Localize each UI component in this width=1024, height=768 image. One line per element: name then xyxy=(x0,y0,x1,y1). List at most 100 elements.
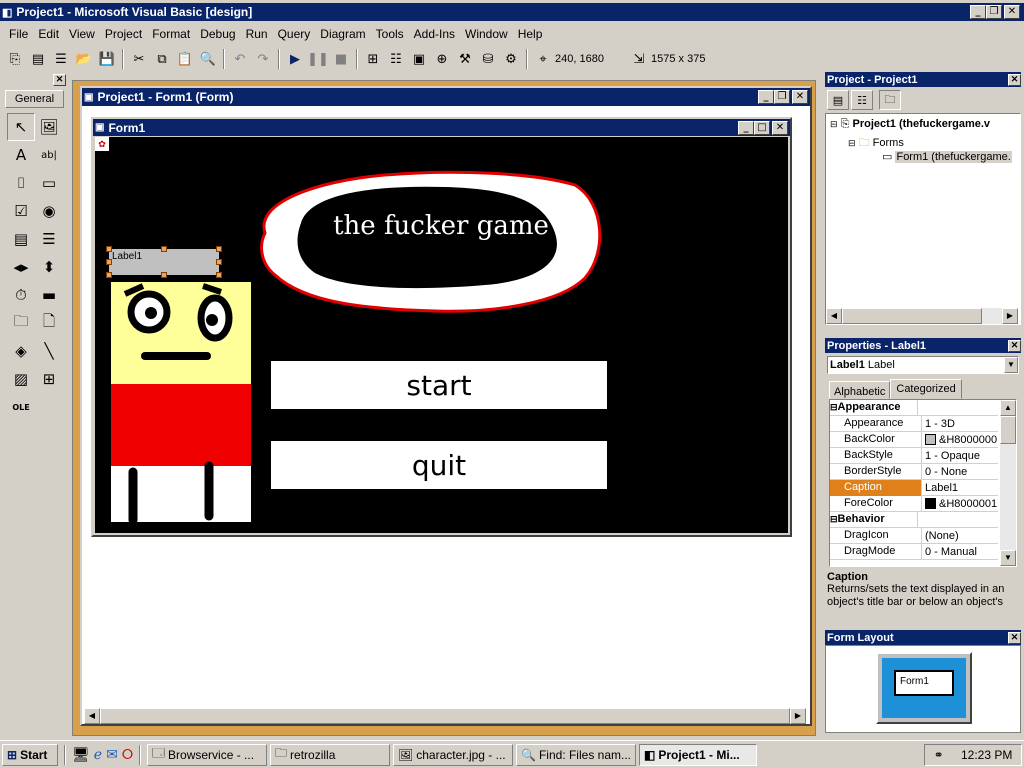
property-category[interactable]: ⊟ Behavior xyxy=(830,511,998,528)
restore-icon[interactable]: ❐ xyxy=(986,5,1002,19)
tree-hscrollbar[interactable]: ◀ ▶ xyxy=(826,308,1018,324)
form-layout-close-icon[interactable]: ✕ xyxy=(1008,631,1021,644)
component-manager-icon[interactable]: ⚙ xyxy=(500,48,522,70)
menu-view[interactable]: View xyxy=(64,27,100,41)
menu-edit[interactable]: Edit xyxy=(33,27,64,41)
tree-project-node[interactable]: ⊟ ⎘ Project1 (thefuckergame.v xyxy=(830,118,990,131)
drivelistbox-icon[interactable]: ▬ xyxy=(35,281,63,309)
property-value-cell[interactable]: Label1 xyxy=(922,482,958,494)
hscrollbar-icon[interactable]: ◂▸ xyxy=(7,253,35,281)
toolbox-close-icon[interactable]: ✕ xyxy=(53,73,66,86)
frame-icon[interactable]: ⌷ xyxy=(7,169,35,197)
picturebox-icon[interactable]: 🖼 xyxy=(35,113,63,141)
data-view-icon[interactable]: ⛁ xyxy=(477,48,499,70)
start-button[interactable]: start xyxy=(271,361,607,409)
menu-addins[interactable]: Add-Ins xyxy=(409,27,460,41)
form-layout-header[interactable]: Form Layout ✕ xyxy=(825,630,1021,645)
property-value-cell[interactable]: &H8000001 xyxy=(922,498,997,510)
object-selector[interactable]: Label1 Label ▼ xyxy=(827,356,1019,374)
property-row[interactable]: DragMode 0 - Manual xyxy=(830,543,998,560)
property-row[interactable]: BackColor &H8000000 xyxy=(830,431,998,448)
prop-scroll-down-icon[interactable]: ▼ xyxy=(1000,550,1016,566)
picture-icon[interactable]: ✿ xyxy=(95,137,109,151)
data-icon[interactable]: ⊞ xyxy=(35,365,63,393)
clock[interactable]: 12:23 PM xyxy=(961,748,1012,762)
menu-format[interactable]: Format xyxy=(147,27,195,41)
taskbar-item[interactable]: 🔍 Find: Files nam... xyxy=(516,743,637,766)
taskbar-item[interactable]: 🖼 character.jpg - ... xyxy=(393,743,514,766)
toggle-folders-icon[interactable]: 🗀 xyxy=(879,90,901,110)
project-explorer-close-icon[interactable]: ✕ xyxy=(1008,73,1021,86)
properties-header[interactable]: Properties - Label1 ✕ xyxy=(825,338,1021,353)
vscrollbar-icon[interactable]: ⬍ xyxy=(35,253,63,281)
internet-explorer-icon[interactable]: ℯ xyxy=(94,746,102,763)
tree-forms-collapse-icon[interactable]: ⊟ xyxy=(848,138,856,148)
save-project-icon[interactable]: 💾 xyxy=(96,48,118,70)
category-collapse-icon[interactable]: ⊟ xyxy=(830,402,838,413)
taskbar-item[interactable]: 🗔 Browservice - ... xyxy=(147,743,268,766)
copy-icon[interactable]: ⧉ xyxy=(151,48,173,70)
object-dropdown-icon[interactable]: ▼ xyxy=(1004,357,1018,373)
quit-button[interactable]: quit xyxy=(271,441,607,489)
label1-control[interactable]: Label1 xyxy=(109,249,219,275)
menu-file[interactable]: File xyxy=(4,27,33,41)
menu-diagram[interactable]: Diagram xyxy=(315,27,370,41)
form-layout-icon[interactable]: ▣ xyxy=(408,48,430,70)
property-value-cell[interactable]: 1 - Opaque xyxy=(922,450,980,462)
filelistbox-icon[interactable]: 🗋 xyxy=(35,309,63,337)
tree-form1-node[interactable]: ▭ Form1 (thefuckergame. xyxy=(882,150,1012,163)
property-value-cell[interactable]: &H8000000 xyxy=(922,434,997,446)
form1-maximize-icon[interactable]: □ xyxy=(754,120,770,135)
open-project-icon[interactable]: 📂 xyxy=(73,48,95,70)
prop-vscrollbar[interactable]: ▲ ▼ xyxy=(1000,400,1016,566)
scroll-right-icon[interactable]: ▶ xyxy=(790,708,806,724)
image-icon[interactable]: ▨ xyxy=(7,365,35,393)
properties-close-icon[interactable]: ✕ xyxy=(1008,339,1021,352)
textbox-icon[interactable]: ab| xyxy=(35,141,63,169)
prop-scroll-thumb[interactable] xyxy=(1000,416,1016,444)
view-object-icon[interactable]: ☷ xyxy=(851,90,873,110)
prop-scroll-up-icon[interactable]: ▲ xyxy=(1000,400,1016,416)
property-value-cell[interactable]: (None) xyxy=(922,530,959,542)
optionbutton-icon[interactable]: ◉ xyxy=(35,197,63,225)
property-row[interactable]: Appearance 1 - 3D xyxy=(830,415,998,432)
property-row[interactable]: BorderStyle 0 - None xyxy=(830,463,998,480)
property-row[interactable]: DragIcon (None) xyxy=(830,527,998,544)
designer-titlebar[interactable]: ▣ Project1 - Form1 (Form) _ ❐ ✕ xyxy=(82,88,810,106)
checkbox-icon[interactable]: ☑ xyxy=(7,197,35,225)
toolbox-general-tab[interactable]: General xyxy=(5,90,64,108)
add-project-icon[interactable]: ⎘ xyxy=(4,48,26,70)
combobox-icon[interactable]: ▤ xyxy=(7,225,35,253)
tree-scroll-left-icon[interactable]: ◀ xyxy=(826,308,842,324)
form1-layout-preview[interactable]: Form1 xyxy=(894,670,954,696)
designer-minimize-icon[interactable]: _ xyxy=(758,90,774,104)
form1-client-area[interactable]: ✿ the fucker game Label1 start quit xyxy=(95,137,788,533)
label-icon[interactable]: A xyxy=(7,141,35,169)
tray-network-icon[interactable]: ⚭ xyxy=(934,748,944,762)
menu-tools[interactable]: Tools xyxy=(371,27,409,41)
stop-icon[interactable]: ■ xyxy=(330,48,352,70)
cut-icon[interactable]: ✂ xyxy=(128,48,150,70)
project-explorer-icon[interactable]: ⊞ xyxy=(362,48,384,70)
designer-restore-icon[interactable]: ❐ xyxy=(774,90,790,104)
form1-close-icon[interactable]: ✕ xyxy=(772,120,788,135)
app-titlebar[interactable]: ◧ Project1 - Microsoft Visual Basic [des… xyxy=(0,3,1024,21)
commandbutton-icon[interactable]: ▭ xyxy=(35,169,63,197)
property-value-cell[interactable]: 0 - None xyxy=(922,466,967,478)
menu-debug[interactable]: Debug xyxy=(195,27,240,41)
category-collapse-icon[interactable]: ⊟ xyxy=(830,514,838,525)
scroll-thumb[interactable] xyxy=(100,708,790,724)
run-icon[interactable]: ▶ xyxy=(284,48,306,70)
view-code-icon[interactable]: ▤ xyxy=(827,90,849,110)
designer-hscrollbar[interactable]: ◀ ▶ xyxy=(84,708,806,724)
property-value-cell[interactable]: 1 - 3D xyxy=(922,418,955,430)
show-desktop-icon[interactable]: 🖥 xyxy=(72,746,90,763)
close-icon[interactable]: ✕ xyxy=(1004,5,1020,19)
tree-collapse-icon[interactable]: ⊟ xyxy=(830,119,838,129)
tab-alphabetic[interactable]: Alphabetic xyxy=(829,381,891,399)
taskbar-item[interactable]: ◧ Project1 - Mi... xyxy=(639,743,758,766)
property-row[interactable]: BackStyle 1 - Opaque xyxy=(830,447,998,464)
ole-icon[interactable]: OLE xyxy=(7,393,35,421)
start-button-taskbar[interactable]: ⊞ Start xyxy=(2,743,58,766)
menu-window[interactable]: Window xyxy=(460,27,513,41)
